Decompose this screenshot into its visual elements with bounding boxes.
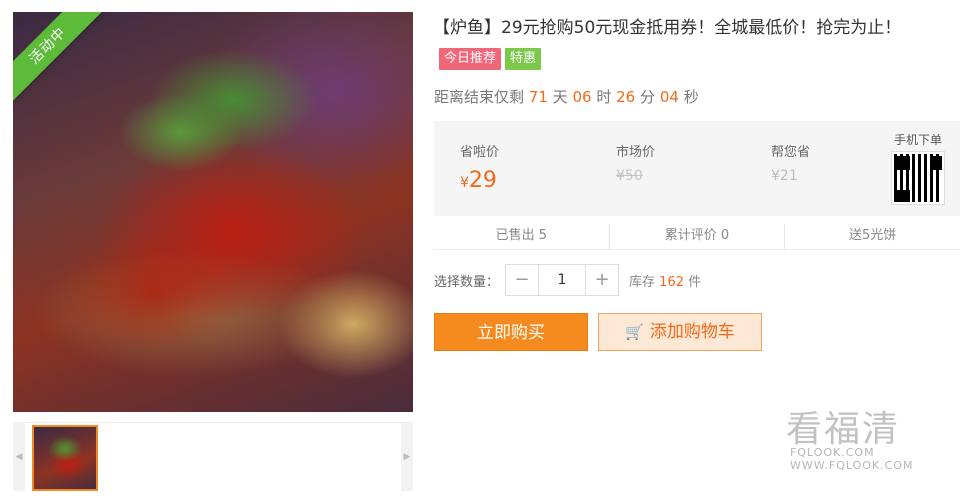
countdown-timer: 距离结束仅剩 71 天 06 时 26 分 04 秒 [434, 86, 699, 107]
save-price-amount: 29 [468, 168, 497, 193]
countdown-seconds: 04 [659, 88, 679, 106]
currency-symbol: ¥ [460, 175, 469, 191]
activity-ribbon: 活动中 [13, 12, 104, 102]
add-to-cart-button[interactable]: 🛒 添加购物车 [598, 313, 762, 351]
cart-icon: 🛒 [625, 323, 644, 341]
tag-special-offer: 特惠 [505, 48, 542, 70]
market-price-block: 市场价 ¥50 [616, 141, 655, 184]
tag-today-recommend: 今日推荐 [439, 48, 502, 70]
watermark-url: FQLOOK.COM WWW.FQLOOK.COM [790, 446, 914, 472]
stock-prefix: 库存 [629, 274, 656, 290]
quantity-label: 选择数量： [434, 274, 500, 290]
savings-label: 帮您省 [771, 145, 811, 160]
thumb-next-arrow-icon[interactable]: ▶ [401, 423, 413, 491]
decrease-button[interactable]: − [506, 265, 539, 295]
countdown-prefix: 距离结束仅剩 [434, 88, 525, 106]
countdown-seconds-unit: 秒 [683, 88, 699, 106]
countdown-days-unit: 天 [552, 88, 568, 106]
buy-now-button[interactable]: 立即购买 [434, 313, 588, 351]
action-buttons: 立即购买 🛒 添加购物车 [434, 313, 762, 351]
savings-value: ¥21 [771, 168, 798, 184]
quantity-input[interactable]: 1 [538, 265, 587, 295]
quantity-row: 选择数量： − 1 + 库存 162 件 [434, 264, 701, 296]
thumbnail-strip: ◀ ▶ [13, 422, 413, 492]
qr-code-icon[interactable] [891, 151, 945, 205]
add-to-cart-label: 添加购物车 [649, 322, 735, 342]
product-title: 【炉鱼】29元抢购50元现金抵用券！全城最低价！抢完为止！ [433, 18, 902, 38]
increase-button[interactable]: + [586, 265, 619, 295]
watermark-logo: 看福清 [786, 409, 901, 450]
market-price-label: 市场价 [616, 145, 656, 160]
mobile-order-label: 手机下单 [893, 133, 942, 147]
sales-stats: 已售出 5 累计评价 0 送5光饼 [434, 224, 960, 250]
product-main-image[interactable]: 活动中 [13, 12, 413, 412]
gift-info: 送5光饼 [849, 228, 897, 243]
savings-block: 帮您省 ¥21 [771, 141, 810, 184]
mobile-order: 手机下单 [891, 131, 945, 205]
thumbnail-image[interactable] [32, 425, 98, 491]
save-price-value: ¥29 [460, 168, 499, 193]
market-price-value: ¥50 [616, 168, 643, 184]
stock-info: 库存 162 件 [629, 271, 701, 290]
thumb-prev-arrow-icon[interactable]: ◀ [13, 423, 25, 491]
stock-unit: 件 [688, 274, 702, 290]
save-price-block: 省啦价 ¥29 [460, 141, 499, 193]
countdown-hours: 06 [572, 88, 592, 106]
quantity-stepper: − 1 + [505, 264, 620, 296]
price-panel: 省啦价 ¥29 市场价 ¥50 帮您省 ¥21 手机下单 [434, 121, 960, 216]
countdown-minutes: 26 [616, 88, 636, 106]
save-price-label: 省啦价 [460, 145, 500, 160]
stock-count: 162 [659, 274, 684, 290]
countdown-hours-unit: 时 [596, 88, 612, 106]
countdown-days: 71 [528, 88, 548, 106]
review-count[interactable]: 累计评价 0 [610, 224, 786, 249]
sold-count: 已售出 5 [434, 224, 610, 249]
countdown-minutes-unit: 分 [640, 88, 656, 106]
product-tags: 今日推荐 特惠 [439, 48, 542, 70]
